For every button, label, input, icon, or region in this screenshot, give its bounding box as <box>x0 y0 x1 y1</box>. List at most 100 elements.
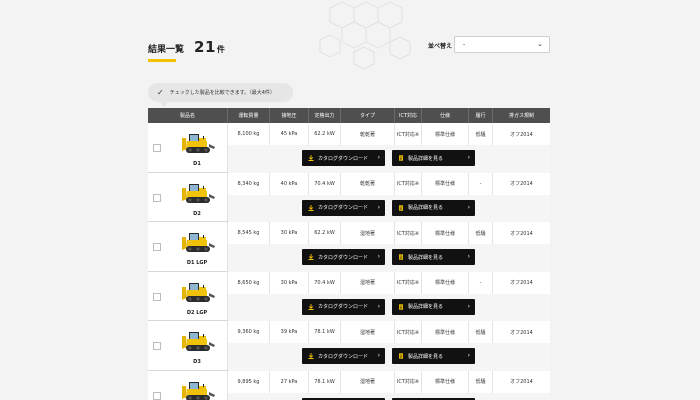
catalog-download-button[interactable]: カタログダウンロード › <box>302 249 385 265</box>
catalog-download-button[interactable]: カタログダウンロード › <box>302 150 385 166</box>
column-header: 製品名 <box>148 108 228 123</box>
table-body: D1 8,100 kg 45 kPa 62.2 kW 乾乾著 ICT対応※ 標準… <box>148 123 550 400</box>
spec-cell: 標準仕様 <box>422 123 469 145</box>
track-cell: - <box>469 172 493 195</box>
type-cell: 湿地著 <box>341 321 395 343</box>
compare-checkbox[interactable] <box>153 391 161 400</box>
catalog-download-button[interactable]: カタログダウンロード › <box>302 348 385 364</box>
pressure-cell: 39 kPa <box>270 321 309 343</box>
type-cell: 乾乾著 <box>341 123 395 145</box>
compare-checkbox[interactable] <box>153 193 161 202</box>
emission-cell: オフ2014 <box>510 230 533 237</box>
sort-label: 並べ替え <box>428 43 453 50</box>
ict-cell: ICT対応※ <box>395 321 422 343</box>
emission-cell: オフ2014 <box>510 181 533 187</box>
emission-cell: オフ2014 <box>510 131 533 138</box>
product-name: D1 LGP <box>186 260 208 266</box>
chevron-right-icon: › <box>467 203 470 211</box>
chevron-right-icon: › <box>377 302 380 310</box>
row-actions: カタログダウンロード › 製品詳細を見る › <box>228 145 550 173</box>
catalog-download-button[interactable]: カタログダウンロード › <box>302 199 385 216</box>
document-icon <box>399 353 403 359</box>
product-cell: D3 <box>148 321 228 370</box>
compare-checkbox[interactable] <box>153 292 161 301</box>
product-name: D2 LGP <box>186 309 208 316</box>
product-cell: D2 LGP <box>148 271 228 320</box>
emission-cell: オフ2014 <box>510 280 533 286</box>
table-row: D2 LGP 8,650 kg 30 kPa 70.4 kW 湿地著 ICT対応… <box>148 271 550 321</box>
product-cell: D1 LGP <box>148 222 228 271</box>
document-icon <box>399 303 403 310</box>
power-cell: 70.4 kW <box>309 172 341 195</box>
ict-cell: ICT対応※ <box>395 370 422 393</box>
product-details-button[interactable]: 製品詳細を見る › <box>392 298 475 315</box>
document-icon <box>399 204 403 211</box>
product-table: 製品名 運転質量 接地圧 定格出力 タイプ ICT対応 仕様 履行 排ガス規制 <box>148 108 550 400</box>
row-actions: カタログダウンロード › 製品詳細を見る › <box>228 244 550 272</box>
compare-checkbox[interactable] <box>153 243 161 251</box>
type-cell: 湿地著 <box>341 370 395 393</box>
table-row: D2 8,340 kg 40 kPa 70.4 kW 乾乾著 ICT対応※ 標準… <box>148 172 550 222</box>
compare-checkbox[interactable] <box>153 342 161 350</box>
product-cell: D1 <box>148 123 228 172</box>
ict-cell: ICT対応※ <box>395 123 422 145</box>
spec-cells: 8,340 kg 40 kPa 70.4 kW 乾乾著 ICT対応※ 標準仕様 … <box>228 172 550 195</box>
catalog-download-label: カタログダウンロード <box>318 205 369 211</box>
column-header: 定格出力 <box>309 108 341 123</box>
product-name: D3 <box>193 359 201 365</box>
row-actions: カタログダウンロード › 製品詳細を見る › <box>228 343 550 371</box>
track-cell: 低騒 <box>469 321 493 343</box>
spec-cell: 標準仕様 <box>422 172 469 195</box>
catalog-download-button[interactable]: カタログダウンロード › <box>302 298 385 315</box>
bulldozer-image <box>182 233 215 252</box>
spec-cell: 標準仕様 <box>422 271 469 294</box>
check-icon: ✓ <box>157 88 164 97</box>
bulldozer-image <box>182 134 215 153</box>
type-cell: 湿地著 <box>341 222 395 244</box>
document-icon <box>399 254 403 260</box>
chevron-right-icon: › <box>377 352 380 359</box>
results-count-unit: 件 <box>216 45 226 54</box>
power-cell: 78.1 kW <box>309 370 341 393</box>
bulldozer-image <box>182 282 215 302</box>
product-name: D1 <box>193 161 201 167</box>
product-details-button[interactable]: 製品詳細を見る › <box>392 199 475 216</box>
product-details-button[interactable]: 製品詳細を見る › <box>392 249 475 265</box>
spec-cells: 8,100 kg 45 kPa 62.2 kW 乾乾著 ICT対応※ 標準仕様 … <box>228 123 550 145</box>
column-header: ICT対応 <box>395 108 422 123</box>
row-actions: カタログダウンロード › 製品詳細を見る › <box>228 392 550 400</box>
catalog-download-label: カタログダウンロード <box>318 254 369 261</box>
sort-select-value: - <box>463 41 466 48</box>
emission-cell: オフ2014 <box>510 379 533 385</box>
chevron-right-icon: › <box>467 302 470 310</box>
pressure-cell: 40 kPa <box>270 172 309 195</box>
compare-checkbox[interactable] <box>153 144 161 152</box>
product-cell <box>148 370 228 400</box>
power-cell: 78.1 kW <box>309 321 341 343</box>
product-details-label: 製品詳細を見る <box>408 205 444 211</box>
results-title: 結果一覧 21件 <box>148 38 225 56</box>
product-details-label: 製品詳細を見る <box>408 353 444 360</box>
catalog-download-label: カタログダウンロード <box>318 304 369 310</box>
product-details-button[interactable]: 製品詳細を見る › <box>392 150 475 166</box>
results-count-value: 21 <box>194 38 216 56</box>
product-details-button[interactable]: 製品詳細を見る › <box>392 348 475 364</box>
catalog-download-label: カタログダウンロード <box>318 353 369 360</box>
weight-cell: 9,895 kg <box>228 370 270 393</box>
chevron-right-icon: › <box>377 203 380 211</box>
product-details-label: 製品詳細を見る <box>408 254 444 261</box>
weight-cell: 9,360 kg <box>228 321 270 343</box>
catalog-download-label: カタログダウンロード <box>318 155 369 162</box>
pressure-cell: 27 kPa <box>270 370 309 393</box>
spec-cell: 標準仕様 <box>422 321 469 343</box>
product-details-label: 製品詳細を見る <box>408 155 444 162</box>
spec-cells: 9,895 kg 27 kPa 78.1 kW 湿地著 ICT対応※ 標準仕様 … <box>228 370 550 393</box>
column-header: 運転質量 <box>228 108 270 123</box>
results-label: 結果一覧 <box>148 45 185 55</box>
download-icon <box>308 155 314 161</box>
chevron-right-icon: › <box>377 253 380 260</box>
spec-cell: 標準仕様 <box>422 222 469 244</box>
table-row: D1 LGP 8,545 kg 30 kPa 62.2 kW 湿地著 ICT対応… <box>148 222 550 272</box>
column-header: 仕様 <box>422 108 469 123</box>
sort-select[interactable]: - ⌄ <box>454 36 550 53</box>
